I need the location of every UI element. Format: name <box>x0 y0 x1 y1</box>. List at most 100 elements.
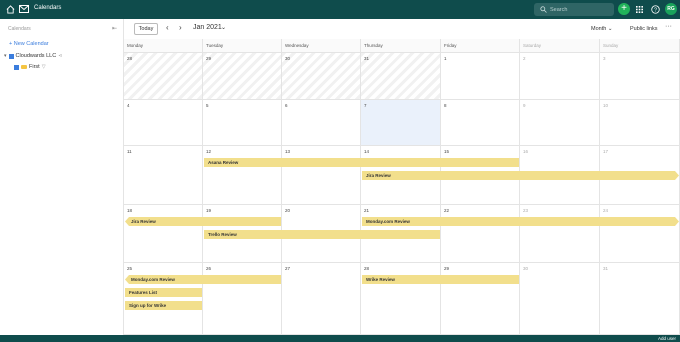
day-number: 3 <box>603 56 606 61</box>
org-calendar-group[interactable]: ▾ Cloudwards LLC ⋖ <box>4 53 62 59</box>
calendar-checkbox[interactable] <box>14 64 19 70</box>
day-number: 1 <box>444 56 447 61</box>
folder-icon <box>21 65 27 69</box>
weekday-header: Friday <box>441 39 520 53</box>
org-checkbox[interactable] <box>8 53 14 59</box>
day-cell[interactable]: 28 <box>361 263 441 335</box>
day-cell[interactable]: 18 <box>124 205 203 263</box>
day-number: 29 <box>444 266 450 271</box>
day-cell[interactable]: 4 <box>124 100 203 146</box>
calendar-event[interactable]: Jira Review <box>362 171 679 180</box>
day-cell[interactable]: 22 <box>441 205 520 263</box>
day-cell[interactable]: 31 <box>361 53 441 100</box>
day-number: 28 <box>364 266 370 271</box>
calendar-event[interactable]: Jira Review <box>125 217 281 226</box>
day-cell[interactable]: 2 <box>520 53 600 100</box>
chevron-down-icon[interactable]: ⌄ <box>221 24 226 31</box>
day-number: 29 <box>206 56 212 61</box>
day-cell[interactable]: 30 <box>282 53 361 100</box>
day-cell[interactable]: 5 <box>203 100 282 146</box>
weekday-header: Sunday <box>600 39 680 53</box>
search-box[interactable] <box>534 3 614 16</box>
sidebar: Calendars ⇤ + New Calendar ▾ Cloudwards … <box>0 19 124 335</box>
day-cell[interactable]: 27 <box>282 263 361 335</box>
day-number: 28 <box>127 56 133 61</box>
home-icon[interactable] <box>6 5 15 14</box>
day-number: 22 <box>444 208 450 213</box>
weekday-header: Monday <box>124 39 203 53</box>
day-cell[interactable]: 29 <box>441 263 520 335</box>
share-icon[interactable]: ⋖ <box>58 53 62 59</box>
chevron-left-icon[interactable]: ‹ <box>166 23 169 32</box>
day-cell[interactable]: 28 <box>124 53 203 100</box>
day-number: 23 <box>523 208 529 213</box>
day-cell[interactable]: 29 <box>203 53 282 100</box>
day-number: 13 <box>285 149 291 154</box>
day-cell[interactable]: 11 <box>124 146 203 205</box>
day-cell[interactable]: 10 <box>600 100 680 146</box>
day-cell[interactable]: 13 <box>282 146 361 205</box>
calendar-event[interactable]: Features List <box>125 288 202 297</box>
day-number: 5 <box>206 103 209 108</box>
day-number: 30 <box>523 266 529 271</box>
more-icon[interactable]: ··· <box>665 23 672 30</box>
month-label[interactable]: Jan 2021 <box>193 24 222 31</box>
org-name: Cloudwards LLC <box>15 53 57 59</box>
day-cell[interactable]: 3 <box>600 53 680 100</box>
day-number: 8 <box>444 103 447 108</box>
calendar-event[interactable]: Asana Review <box>204 158 519 167</box>
day-cell[interactable]: 30 <box>520 263 600 335</box>
month-grid: Monday Tuesday Wednesday Thursday Friday Satu… <box>124 39 680 335</box>
day-number: 16 <box>523 149 529 154</box>
day-cell[interactable]: 12 <box>203 146 282 205</box>
day-number: 14 <box>364 149 370 154</box>
app-title[interactable]: Calendars <box>34 5 61 11</box>
day-number: 4 <box>127 103 130 108</box>
top-bar: Calendars + ? RG <box>0 0 680 19</box>
day-cell[interactable]: 23 <box>520 205 600 263</box>
calendar-event[interactable]: Monday.com Review <box>125 275 281 284</box>
weekday-header: Thursday <box>361 39 441 53</box>
help-icon[interactable]: ? <box>651 5 660 14</box>
day-cell[interactable]: 9 <box>520 100 600 146</box>
day-number: 24 <box>603 208 609 213</box>
day-cell[interactable]: 31 <box>600 263 680 335</box>
search-input[interactable] <box>550 5 608 14</box>
day-number: 25 <box>127 266 133 271</box>
day-cell[interactable]: 6 <box>282 100 361 146</box>
add-button[interactable]: + <box>618 3 630 15</box>
day-cell[interactable]: 7 <box>361 100 441 146</box>
calendar-event[interactable]: Monday.com Review <box>362 217 679 226</box>
avatar[interactable]: RG <box>665 3 677 15</box>
day-number: 30 <box>285 56 291 61</box>
weekday-header: Wednesday <box>282 39 361 53</box>
chevron-right-icon[interactable]: › <box>179 23 182 32</box>
day-number: 18 <box>127 208 133 213</box>
day-number: 15 <box>444 149 450 154</box>
day-number: 2 <box>523 56 526 61</box>
filter-icon[interactable]: ▽ <box>42 64 46 70</box>
day-cell[interactable]: 26 <box>203 263 282 335</box>
day-number: 31 <box>364 56 370 61</box>
day-number: 31 <box>603 266 609 271</box>
day-number: 17 <box>603 149 609 154</box>
day-number: 21 <box>364 208 370 213</box>
view-selector[interactable]: Month ⌄ <box>591 26 612 32</box>
calendar-event[interactable]: Wrike Review <box>362 275 519 284</box>
calendar-event[interactable]: Sign up for Wrike <box>125 301 202 310</box>
chevron-down-icon[interactable]: ▾ <box>4 53 7 59</box>
day-cell[interactable]: 24 <box>600 205 680 263</box>
footer-label[interactable]: Add user <box>658 335 676 342</box>
public-links-button[interactable]: Public links <box>630 26 658 32</box>
day-cell[interactable]: 1 <box>441 53 520 100</box>
day-cell[interactable]: 8 <box>441 100 520 146</box>
today-button[interactable]: Today <box>134 23 158 35</box>
collapse-sidebar-icon[interactable]: ⇤ <box>112 25 117 32</box>
calendar-item-first[interactable]: First ▽ <box>14 64 46 70</box>
calendar-event[interactable]: Trello Review <box>204 230 440 239</box>
new-calendar-link[interactable]: + New Calendar <box>9 41 49 47</box>
mail-icon[interactable] <box>19 5 29 13</box>
apps-grid-icon[interactable] <box>636 6 643 13</box>
day-number: 12 <box>206 149 212 154</box>
day-cell[interactable]: 25 <box>124 263 203 335</box>
